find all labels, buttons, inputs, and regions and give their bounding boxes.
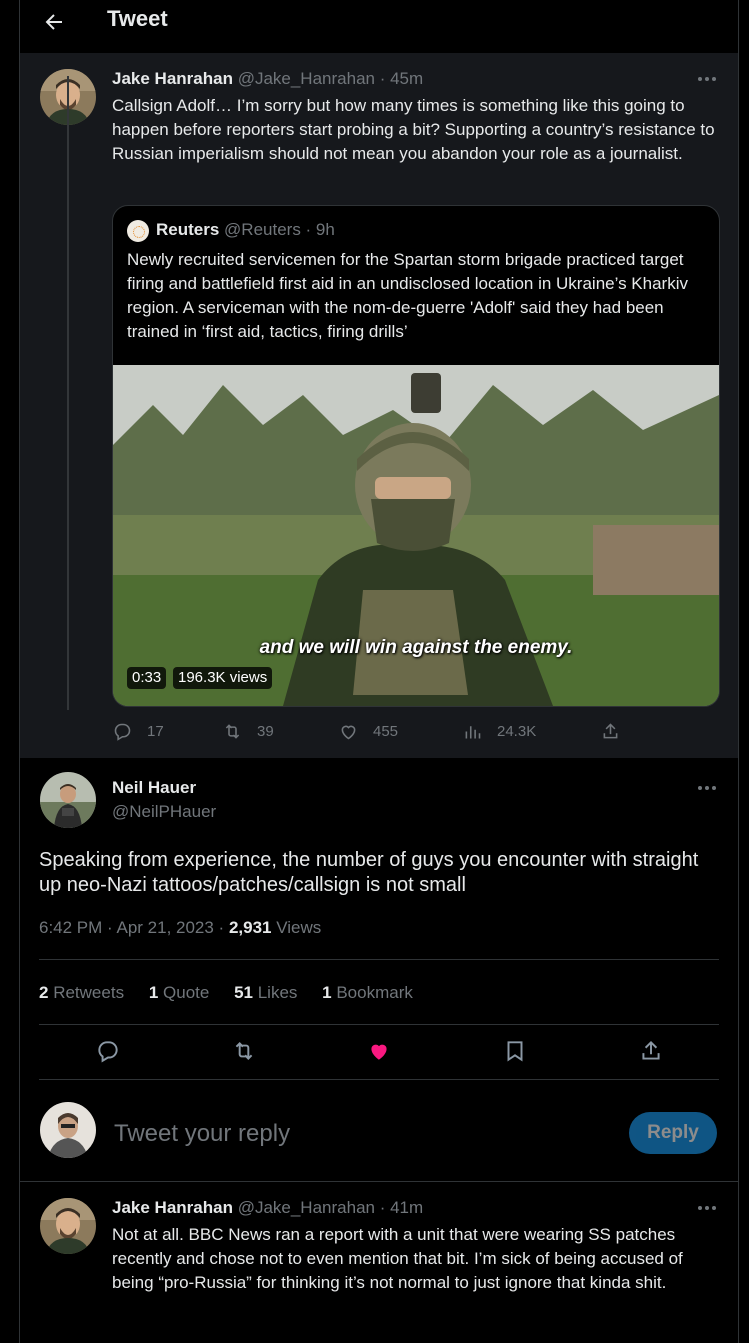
quote-text: Newly recruited servicemen for the Spart… — [127, 250, 688, 341]
reply-button[interactable]: Reply — [629, 1112, 717, 1154]
like-count: 455 — [373, 722, 399, 740]
quotes-stat-count: 1 — [148, 983, 159, 1002]
likes-stat-count: 51 — [234, 983, 253, 1002]
tweet-actions: 17 39 455 24.3K — [112, 718, 712, 744]
bookmarks-stat-count: 1 — [322, 983, 332, 1002]
engagement-stats: 2 Retweets 1 Quote 51 Likes 1 Bookmark — [39, 983, 433, 1003]
likes-stat-label: Likes — [257, 983, 298, 1002]
tweet-text: Callsign Adolf… I’m sorry but how many t… — [112, 96, 715, 163]
retweets-stat-count: 2 — [39, 983, 49, 1002]
reply-icon — [114, 723, 131, 741]
reply-tweet[interactable]: Jake Hanrahan @Jake_Hanrahan · 41m Not a… — [20, 1186, 738, 1343]
quote-meta: Reuters @Reuters · 9h — [156, 220, 335, 240]
timestamp-text[interactable]: 6:42 PM · Apr 21, 2023 · — [39, 918, 229, 937]
author-name[interactable]: Neil Hauer — [112, 778, 196, 798]
retweets-stat-label: Retweets — [53, 983, 125, 1002]
reply-input[interactable]: Tweet your reply — [114, 1120, 290, 1148]
views-action[interactable]: 24.3K — [462, 718, 536, 744]
reply-count: 17 — [147, 722, 164, 740]
avatar[interactable] — [40, 1198, 96, 1254]
video-duration: 0:33 — [127, 667, 167, 689]
like-action[interactable]: 455 — [338, 718, 398, 744]
avatar — [127, 220, 149, 242]
page-header: Tweet — [20, 0, 738, 53]
divider — [39, 1024, 719, 1025]
retweet-action[interactable]: 39 — [222, 718, 274, 744]
more-icon[interactable] — [698, 786, 718, 792]
tweet-text: Not at all. BBC News ran a report with a… — [112, 1225, 683, 1292]
author-handle-time: @Jake_Hanrahan · 41m — [237, 1198, 424, 1217]
parent-tweet[interactable]: Jake Hanrahan @Jake_Hanrahan · 45m Calls… — [20, 53, 738, 758]
bookmarks-stat[interactable]: 1 Bookmark — [322, 983, 413, 1002]
retweet-icon[interactable] — [231, 1038, 257, 1064]
views-count: 24.3K — [497, 722, 537, 740]
tweet-meta: Jake Hanrahan @Jake_Hanrahan · 41m — [112, 1198, 423, 1218]
author-handle-time: @Jake_Hanrahan · 45m — [237, 69, 424, 88]
quotes-stat[interactable]: 1 Quote — [149, 983, 210, 1002]
quote-author-name: Reuters — [156, 220, 220, 239]
video-player[interactable]: and we will win against the enemy. 0:33 … — [113, 365, 719, 706]
tweet-text: Speaking from experience, the number of … — [39, 849, 699, 896]
likes-stat[interactable]: 51 Likes — [234, 983, 297, 1002]
quotes-stat-label: Quote — [163, 983, 210, 1002]
author-name[interactable]: Jake Hanrahan — [112, 69, 233, 88]
like-icon — [341, 725, 356, 739]
reply-composer: Tweet your reply Reply — [20, 1086, 738, 1182]
more-icon[interactable] — [698, 1206, 718, 1212]
page-title: Tweet — [107, 6, 168, 31]
views-number: 2,931 — [228, 918, 272, 937]
more-icon[interactable] — [698, 77, 718, 83]
thread-line — [67, 76, 69, 710]
avatar[interactable] — [40, 772, 96, 828]
retweet-count: 39 — [257, 722, 274, 740]
quoted-tweet[interactable]: Reuters @Reuters · 9h Newly recruited se… — [112, 205, 720, 707]
tweet-column: Tweet Jake Hanrahan @Jake_Hanrahan · 45m… — [19, 0, 739, 1343]
video-views: 196.3K views — [173, 667, 273, 689]
tweet-meta: Jake Hanrahan @Jake_Hanrahan · 45m — [112, 69, 423, 89]
bookmarks-stat-label: Bookmark — [336, 983, 413, 1002]
bookmark-icon[interactable] — [502, 1038, 528, 1064]
share-action[interactable] — [600, 718, 635, 744]
share-icon[interactable] — [638, 1038, 664, 1064]
like-icon[interactable] — [366, 1038, 392, 1064]
author-handle[interactable]: @NeilPHauer — [112, 802, 216, 822]
main-tweet-actions — [20, 1038, 738, 1066]
tweet-timestamp: 6:42 PM · Apr 21, 2023 · 2,931 Views — [39, 918, 321, 938]
divider — [39, 1079, 719, 1080]
divider — [39, 959, 719, 960]
share-icon — [603, 722, 618, 738]
quote-author-handle-time: @Reuters · 9h — [224, 220, 335, 239]
back-arrow-icon[interactable] — [42, 10, 66, 34]
author-name[interactable]: Jake Hanrahan — [112, 1198, 233, 1217]
avatar — [40, 1102, 96, 1158]
retweets-stat[interactable]: 2 Retweets — [39, 983, 124, 1002]
views-icon — [465, 725, 481, 738]
video-subtitle: and we will win against the enemy. — [259, 637, 573, 658]
retweet-icon — [225, 723, 240, 739]
reply-action[interactable]: 17 — [112, 718, 164, 744]
views-label: Views — [271, 918, 322, 937]
author-name-text: Neil Hauer — [112, 778, 197, 797]
reply-icon[interactable] — [95, 1038, 121, 1064]
